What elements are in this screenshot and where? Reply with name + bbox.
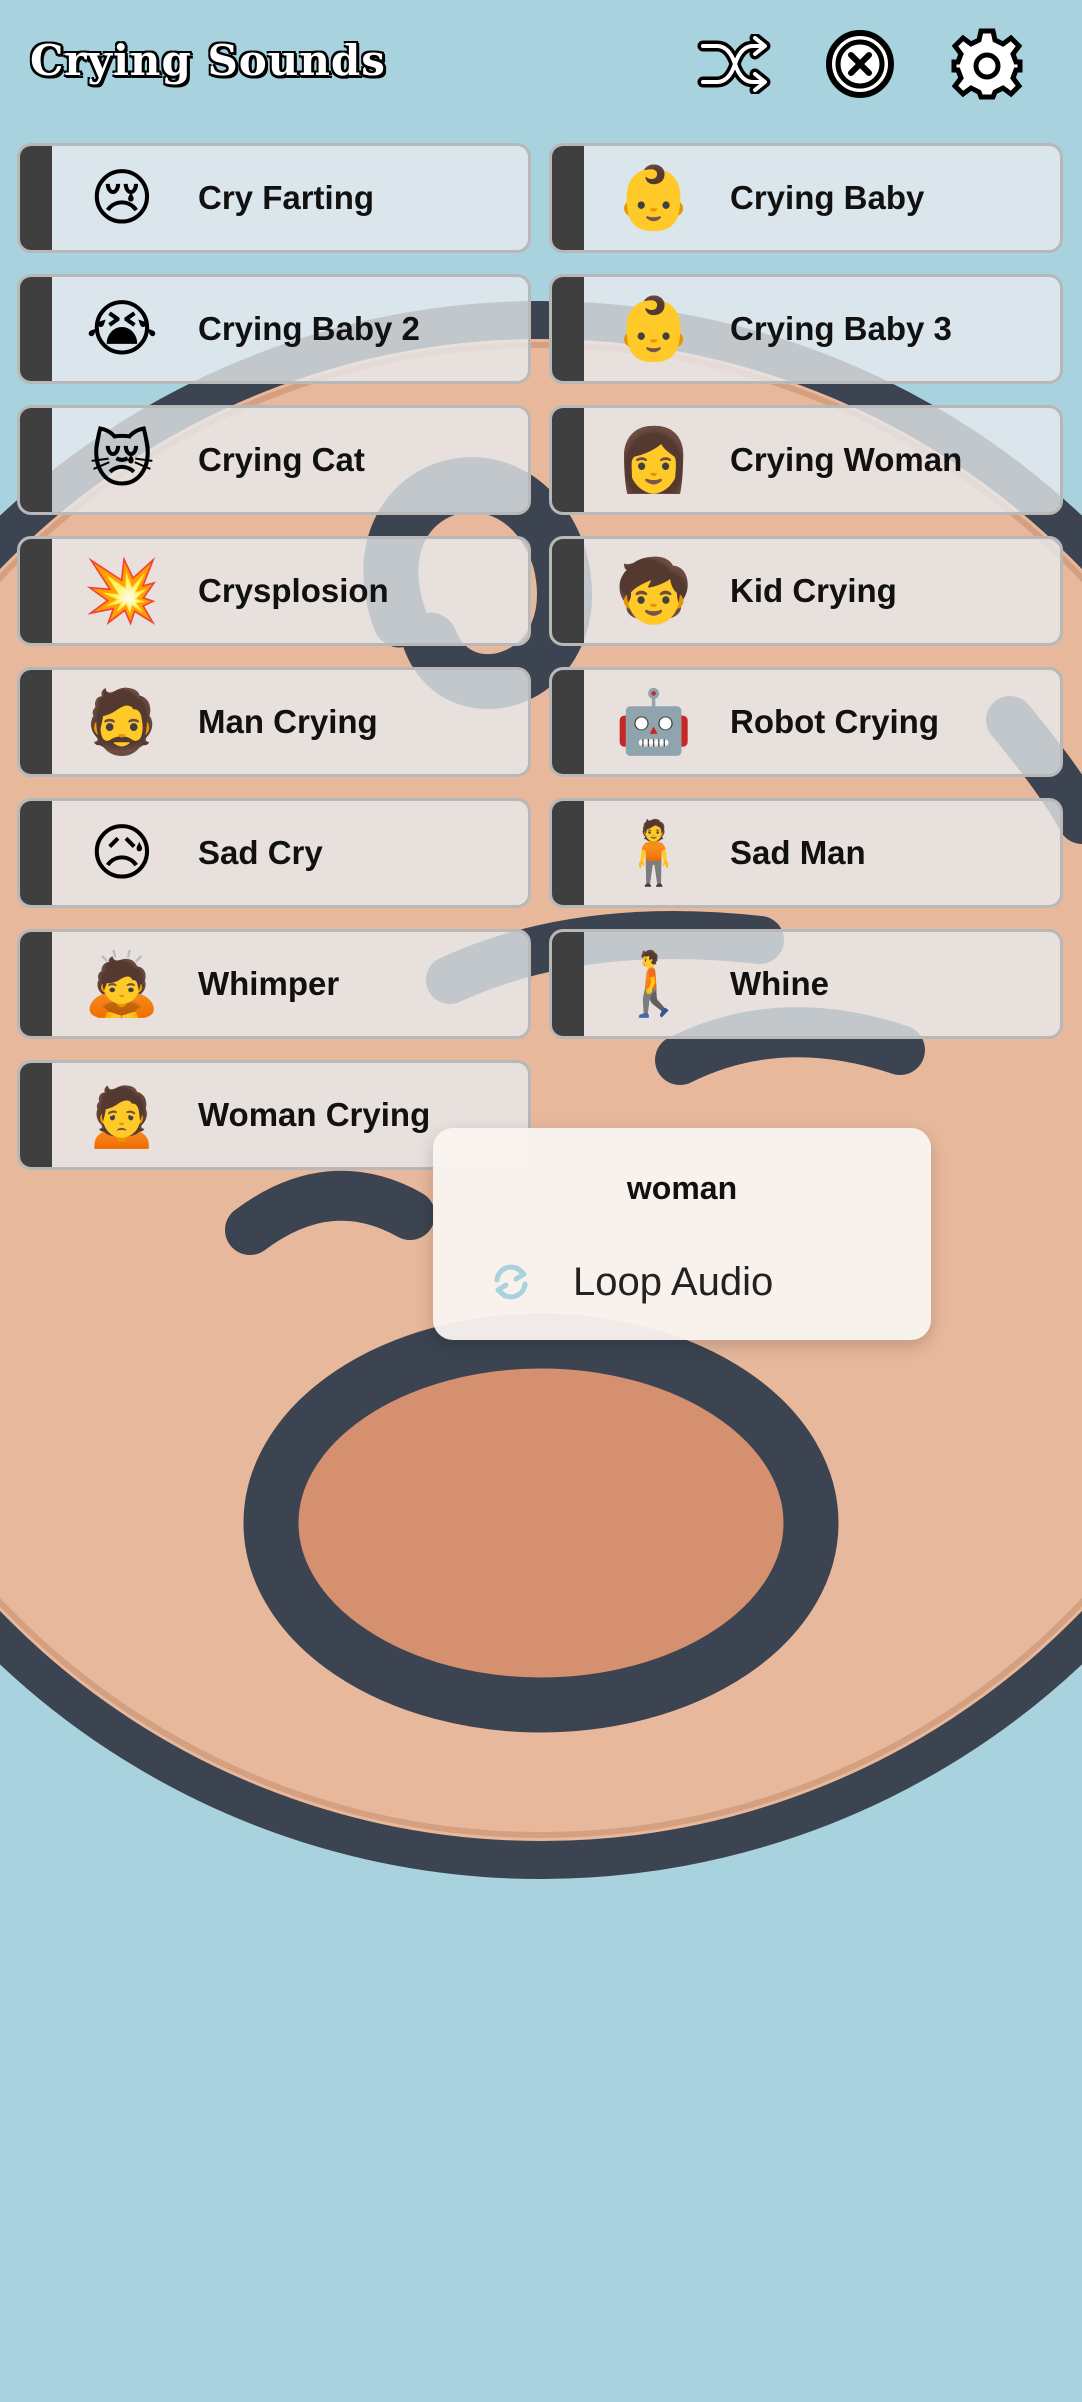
sound-icon: 🙇 (83, 947, 161, 1020)
tile-strip (20, 408, 52, 512)
close-circle-icon (826, 30, 894, 98)
sound-label: Crying Cat (198, 441, 365, 478)
sound-button[interactable]: 💥 Crysplosion (17, 536, 531, 646)
tile-strip (20, 670, 52, 774)
tile-strip (20, 801, 52, 905)
sound-icon: 👶 (615, 292, 693, 365)
sound-label: Cry Farting (198, 179, 375, 216)
context-popup: woman Loop Audio (433, 1128, 931, 1340)
sound-label: Man Crying (198, 703, 378, 740)
sound-label: Whimper (198, 965, 340, 1002)
sound-button[interactable]: 😢 Cry Farting (17, 143, 531, 253)
sound-label: Whine (730, 965, 829, 1002)
loop-icon (494, 1264, 528, 1300)
tile-strip (552, 277, 584, 381)
sound-icon: 🙍 (83, 1078, 161, 1151)
sound-icon: 🚶 (615, 947, 693, 1020)
shuffle-icon (697, 34, 771, 94)
sound-label: Woman Crying (198, 1096, 431, 1133)
sound-icon: 😭 (85, 292, 159, 365)
sound-icon: 😢 (89, 161, 155, 234)
loop-audio-label: Loop Audio (573, 1259, 774, 1304)
gear-icon (951, 28, 1023, 100)
tile-strip (552, 670, 584, 774)
popup-title: woman (626, 1170, 738, 1206)
sound-icon: 💥 (83, 554, 161, 627)
sound-button[interactable]: 🧒 Kid Crying (549, 536, 1063, 646)
sound-label: Robot Crying (730, 703, 939, 740)
stop-all-button[interactable] (820, 24, 900, 104)
tile-strip (20, 539, 52, 643)
sound-label: Sad Man (730, 834, 866, 871)
sound-icon: 👶 (615, 161, 693, 234)
sound-button[interactable]: 🤖 Robot Crying (549, 667, 1063, 777)
sound-icon: 🧒 (615, 554, 693, 627)
sound-icon: 😥 (89, 816, 155, 889)
sound-button[interactable]: 🙇 Whimper (17, 929, 531, 1039)
sound-button[interactable]: 👶 Crying Baby 3 (549, 274, 1063, 384)
tile-strip (20, 932, 52, 1036)
sound-button[interactable]: 😭 Crying Baby 2 (17, 274, 531, 384)
sound-label: Crying Baby 2 (198, 310, 420, 347)
sound-icon: 😿 (89, 423, 155, 496)
tile-strip (552, 801, 584, 905)
app-title: Crying Sounds (30, 36, 386, 85)
sound-icon: 🤖 (615, 685, 693, 758)
tile-strip (552, 146, 584, 250)
sound-button[interactable]: 👩 Crying Woman (549, 405, 1063, 515)
sound-label: Crying Baby (730, 179, 925, 216)
sound-icon: 👩 (615, 423, 693, 496)
loop-audio-option[interactable]: Loop Audio (489, 1252, 773, 1312)
sound-label: Sad Cry (198, 834, 323, 871)
tile-strip (552, 408, 584, 512)
sound-label: Crying Woman (730, 441, 963, 478)
sound-button[interactable]: 😥 Sad Cry (17, 798, 531, 908)
sound-button[interactable]: 🧍 Sad Man (549, 798, 1063, 908)
sound-button[interactable]: 😿 Crying Cat (17, 405, 531, 515)
sound-label: Crying Baby 3 (730, 310, 952, 347)
tile-strip (20, 1063, 52, 1167)
tile-strip (552, 539, 584, 643)
tile-strip (20, 277, 52, 381)
sound-icon: 🧍 (615, 816, 693, 889)
settings-button[interactable] (947, 24, 1027, 104)
sound-button[interactable]: 🚶 Whine (549, 929, 1063, 1039)
tile-strip (20, 146, 52, 250)
sound-button[interactable]: 🧔 Man Crying (17, 667, 531, 777)
tile-strip (552, 932, 584, 1036)
sound-label: Crysplosion (198, 572, 389, 609)
shuffle-button[interactable] (695, 24, 775, 104)
sound-icon: 🧔 (83, 685, 161, 758)
sound-button[interactable]: 👶 Crying Baby (549, 143, 1063, 253)
sound-label: Kid Crying (730, 572, 897, 609)
